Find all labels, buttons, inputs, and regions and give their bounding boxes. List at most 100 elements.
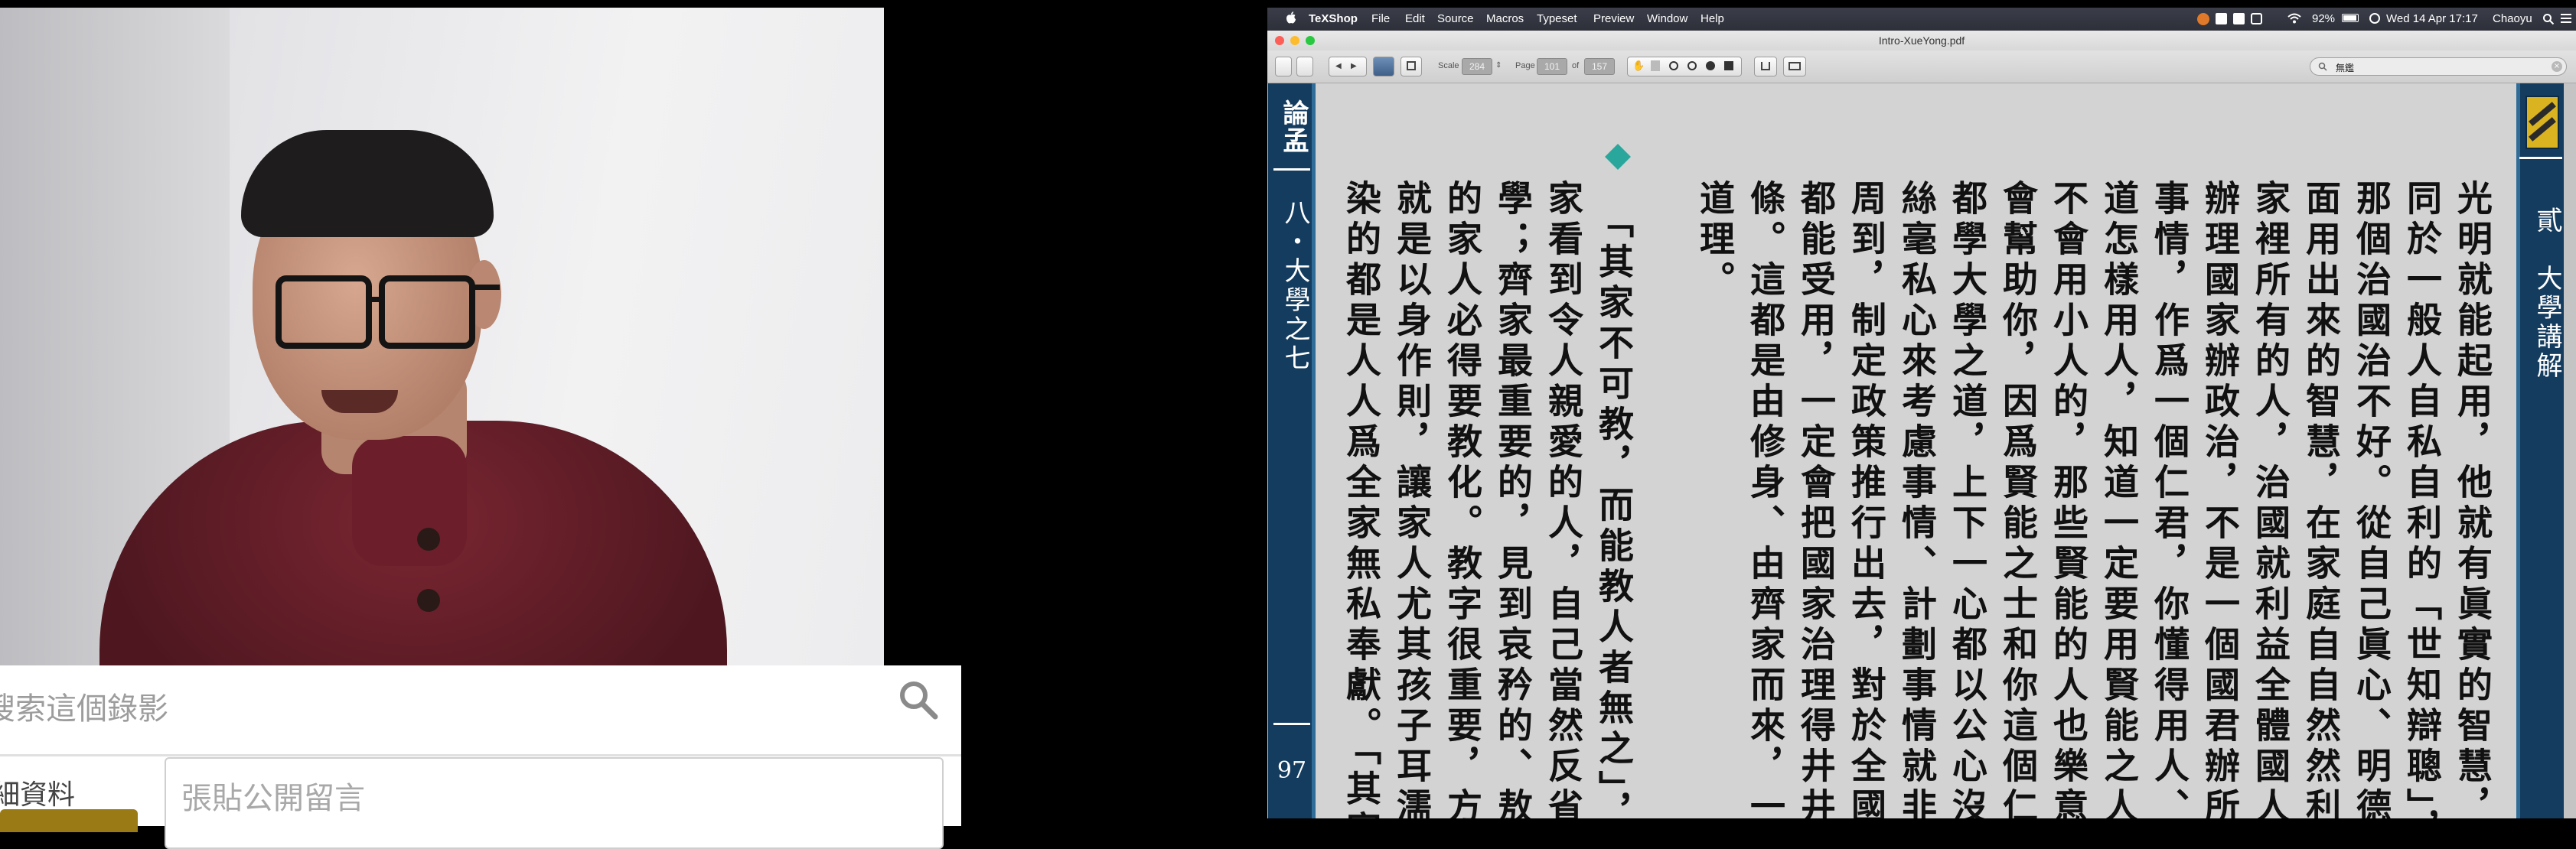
text-column: 光明就能起用，他就有眞實的智慧，不 xyxy=(2452,180,2493,818)
text-column: 同於一般人自私自利的「世知辯聰」， xyxy=(2402,180,2443,818)
menu-preview[interactable]: Preview xyxy=(1593,12,1634,25)
video-letterbox-right xyxy=(884,8,961,665)
video-letterbox-top xyxy=(0,0,961,8)
text-column: 不會用小人的，那些賢能的人也樂意 xyxy=(2048,180,2089,818)
source-button[interactable] xyxy=(1296,57,1313,76)
status-menu-icon[interactable] xyxy=(2216,13,2227,24)
left-band-heading: 論孟 xyxy=(1278,99,1309,155)
select-area-icon[interactable] xyxy=(1724,61,1733,70)
clock-icon[interactable] xyxy=(2369,13,2380,24)
search-divider xyxy=(0,754,961,756)
page-number: 97 xyxy=(1277,757,1307,784)
share-button[interactable] xyxy=(1754,57,1777,76)
menu-macros[interactable]: Macros xyxy=(1486,12,1524,25)
coat-button xyxy=(417,528,440,551)
text-column: 家看到令人親愛的人，自己當然反省要 xyxy=(1543,180,1584,818)
text-column: 的家人必得要教化。教字很重要，方法 xyxy=(1442,180,1483,818)
clear-search-icon[interactable]: × xyxy=(2552,61,2562,72)
share-icon xyxy=(1761,62,1770,70)
coat-button xyxy=(417,589,440,612)
left-band-separator xyxy=(1273,723,1310,725)
window-toolbar: ◀ ▶ Scale 284 ⇕ Page 101 of 157 ✋ 無鑑 × xyxy=(1267,50,2576,83)
scale-label: Scale xyxy=(1438,61,1459,70)
mac-menubar: TeXShop File Edit Source Macros Typeset … xyxy=(1267,8,2576,31)
menu-file[interactable]: File xyxy=(1371,12,1390,25)
typeset-button[interactable] xyxy=(1275,57,1292,76)
status-menu-icon[interactable] xyxy=(2233,13,2245,24)
scale-field[interactable]: 284 xyxy=(1462,58,1492,75)
sidebar-button[interactable] xyxy=(1373,57,1394,76)
back-icon[interactable]: ◀ xyxy=(1335,62,1342,70)
text-column: 都能受用，一定會把國家治理得井井有 xyxy=(1795,180,1837,818)
wifi-icon[interactable] xyxy=(2287,12,2301,24)
text-column: 「其家不可教，而能教人者無之」，在 xyxy=(1593,203,1635,818)
text-column: 家裡所有的人，治國就利益全體國人。 xyxy=(2250,180,2291,818)
split-icon xyxy=(1789,62,1801,70)
text-column: 染的都是人人爲全家無私奉獻。「其家 xyxy=(1341,180,1382,818)
right-margin-band xyxy=(2516,83,2564,818)
center-black-gap xyxy=(961,0,1267,826)
glasses-lens-right xyxy=(379,275,475,349)
page-field[interactable]: 101 xyxy=(1537,58,1567,75)
select-tool-icon[interactable] xyxy=(1651,60,1660,71)
text-column: 條。這都是由修身、由齊家而來，一個 xyxy=(1745,180,1786,818)
text-column: 面用出來的智慧，在家庭自自然然利益 xyxy=(2300,180,2342,818)
glasses-lens-left xyxy=(276,275,372,349)
gold-action-button[interactable] xyxy=(0,809,138,832)
left-band-chapter: 八・大學之七 xyxy=(1280,199,1310,373)
text-column: 都學大學之道，上下一心都以公心沒有 xyxy=(1947,180,1988,818)
presenter-hair xyxy=(241,130,494,237)
presenter-mouth xyxy=(321,390,398,413)
status-menu-icon[interactable] xyxy=(2251,13,2262,24)
text-column: 道怎樣用人，知道一定要用賢能之人， xyxy=(2098,180,2140,818)
search-icon xyxy=(2318,62,2327,71)
print-icon xyxy=(1407,61,1416,70)
zoom-out-icon[interactable] xyxy=(1687,61,1697,70)
pdf-search-text[interactable]: 無鑑 xyxy=(2336,61,2354,74)
recording-search-input[interactable] xyxy=(0,687,827,731)
menu-edit[interactable]: Edit xyxy=(1405,12,1425,25)
scale-stepper-icon[interactable]: ⇕ xyxy=(1495,61,1502,70)
of-label: of xyxy=(1572,61,1580,70)
menu-help[interactable]: Help xyxy=(1700,12,1724,25)
hand-tool-icon[interactable]: ✋ xyxy=(1632,60,1645,72)
text-column: 絲毫私心來考慮事情、計劃事情就非常 xyxy=(1896,180,1938,818)
info-label: 細資料 xyxy=(0,779,76,811)
text-column: 辦理國家辦政治，不是一個國君辦所有 xyxy=(2199,180,2241,818)
print-button[interactable] xyxy=(1400,57,1422,76)
datetime[interactable]: Wed 14 Apr 17:17 xyxy=(2386,12,2478,25)
battery-icon[interactable] xyxy=(2342,14,2359,22)
back-forward-buttons[interactable]: ◀ ▶ xyxy=(1329,57,1367,76)
window-titlebar: Intro-XueYong.pdf xyxy=(1267,31,2576,51)
video-frame[interactable] xyxy=(0,8,884,665)
text-column: 就是以身作則，讓家人尤其孩子耳濡目 xyxy=(1391,180,1433,818)
mouse-mode-buttons[interactable]: ✋ xyxy=(1627,57,1742,76)
page-label: Page xyxy=(1515,61,1535,70)
apple-icon[interactable] xyxy=(1286,11,1296,24)
right-band-separator xyxy=(2519,157,2562,159)
zoom-in-icon[interactable] xyxy=(1669,61,1678,70)
glasses-arm xyxy=(469,285,500,290)
right-band-rule xyxy=(2516,83,2520,818)
menu-typeset[interactable]: Typeset xyxy=(1537,12,1577,25)
window-title: Intro-XueYong.pdf xyxy=(1878,34,1965,47)
status-app-icon[interactable] xyxy=(2197,13,2209,25)
split-view-button[interactable] xyxy=(1783,57,1806,76)
magnify-icon[interactable] xyxy=(1706,61,1715,70)
text-column: 會幫助你，因爲賢能之士和你這個仁君 xyxy=(1997,180,2039,818)
search-icon[interactable] xyxy=(895,677,941,723)
right-band-heading: 貳 大學講解 xyxy=(2532,207,2562,381)
menu-source[interactable]: Source xyxy=(1437,12,1474,25)
text-column: 事情，作爲一個仁君，你懂得用人、知 xyxy=(2149,180,2190,818)
menu-app-name[interactable]: TeXShop xyxy=(1309,12,1358,25)
text-column: 道理。 xyxy=(1694,180,1736,301)
search-icon[interactable] xyxy=(2542,13,2555,25)
shared-screen: TeXShop File Edit Source Macros Typeset … xyxy=(1267,8,2576,818)
public-comment-input[interactable] xyxy=(181,777,916,820)
page-total: 157 xyxy=(1584,58,1615,75)
user-name[interactable]: Chaoyu xyxy=(2493,12,2532,25)
forward-icon[interactable]: ▶ xyxy=(1351,62,1357,70)
control-center-icon[interactable] xyxy=(2561,14,2571,15)
text-column: 學；齊家最重要的，見到哀矜的、敖惰 xyxy=(1492,180,1534,818)
menu-window[interactable]: Window xyxy=(1647,12,1687,25)
